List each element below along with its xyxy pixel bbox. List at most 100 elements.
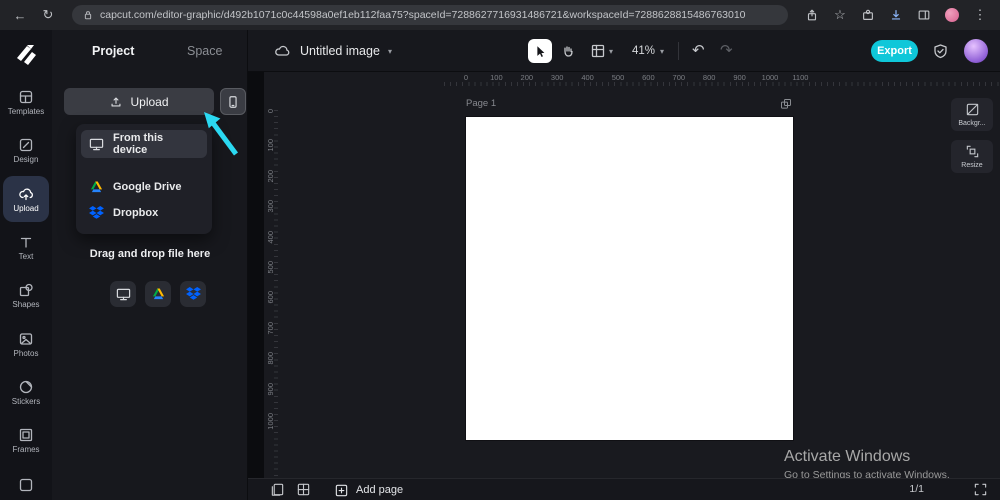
quick-google-drive-button[interactable]	[145, 281, 171, 307]
extensions-icon[interactable]	[858, 5, 878, 25]
background-tool-button[interactable]: Backgr...	[951, 98, 993, 131]
browser-avatar[interactable]	[942, 5, 962, 25]
sidebar-item-design[interactable]: Design	[3, 127, 49, 173]
phone-icon	[226, 95, 240, 109]
h-ruler-number: 100	[490, 73, 503, 82]
canvas-page[interactable]	[466, 117, 793, 440]
v-ruler-number: 1000	[266, 413, 275, 430]
zoom-level[interactable]: 41%	[632, 45, 655, 57]
v-ruler-number: 800	[266, 352, 275, 365]
quick-dropbox-button[interactable]	[180, 281, 206, 307]
sidebar-item-text[interactable]: Text	[3, 224, 49, 270]
background-icon	[965, 102, 980, 117]
activate-windows-subtext: Go to Settings to activate Windows.	[784, 469, 950, 478]
quick-device-button[interactable]	[110, 281, 136, 307]
redo-icon[interactable]: ↷	[720, 41, 733, 59]
upload-tray-icon	[109, 95, 123, 109]
sidebar-item-frames[interactable]: Frames	[3, 417, 49, 463]
address-bar[interactable]: capcut.com/editor-graphic/d492b1071c0c44…	[72, 5, 788, 25]
sidebar-item-label: Shapes	[12, 299, 40, 309]
sidebar-item-label: Upload	[13, 203, 39, 213]
toolbar-divider	[678, 42, 679, 60]
dropzone-text: Drag and drop file here	[89, 248, 211, 260]
background-tool-label: Backgr...	[958, 120, 986, 127]
menu-item-google-drive[interactable]: Google Drive	[81, 174, 207, 200]
pages-grid-tool-icon[interactable]	[590, 43, 606, 59]
text-icon	[18, 234, 34, 250]
google-drive-icon	[89, 180, 104, 194]
v-ruler-number: 400	[266, 230, 275, 244]
menu-item-dropbox[interactable]: Dropbox	[81, 200, 207, 226]
menu-item-from-this-device[interactable]: From this device	[81, 130, 207, 158]
capcut-logo[interactable]	[11, 39, 41, 69]
sidebar-item-photos[interactable]: Photos	[3, 321, 49, 367]
monitor-icon	[116, 287, 131, 302]
back-icon[interactable]: ←	[10, 5, 30, 25]
shield-check-icon[interactable]	[932, 43, 949, 60]
shapes-icon	[18, 282, 34, 298]
panel-edge-strip	[248, 72, 264, 478]
reload-icon[interactable]: ↻	[38, 5, 58, 25]
dropbox-icon	[185, 287, 201, 301]
share-icon[interactable]	[802, 5, 822, 25]
google-drive-icon	[151, 287, 166, 301]
dropbox-icon	[89, 206, 104, 220]
activate-windows-text: Activate Windows	[784, 448, 911, 465]
upload-button[interactable]: Upload	[64, 88, 214, 115]
zoom-chevron-icon[interactable]: ▾	[660, 47, 664, 56]
h-ruler-number: 1100	[792, 73, 809, 82]
sidebar-item-shapes[interactable]: Shapes	[3, 272, 49, 318]
resize-tool-label: Resize	[961, 162, 983, 169]
title-chevron-icon[interactable]: ▾	[388, 47, 392, 56]
pages-view-icon[interactable]	[270, 482, 285, 497]
download-icon[interactable]	[886, 5, 906, 25]
monitor-icon	[89, 137, 104, 152]
app-sidebar: Templates Design Upload Text Shapes Phot…	[0, 30, 52, 500]
pages-grid-chevron-icon[interactable]: ▾	[609, 47, 613, 56]
resize-tool-button[interactable]: Resize	[951, 140, 993, 173]
phone-upload-button[interactable]	[220, 88, 246, 115]
tab-space[interactable]: Space	[187, 44, 222, 58]
photos-icon	[18, 331, 34, 347]
select-tool-button[interactable]	[528, 39, 552, 63]
url-text: capcut.com/editor-graphic/d492b1071c0c44…	[100, 9, 746, 21]
hand-tool-icon[interactable]	[560, 43, 576, 59]
export-button[interactable]: Export	[871, 40, 918, 62]
templates-icon	[18, 89, 34, 105]
frames-icon	[18, 427, 34, 443]
user-avatar[interactable]	[964, 39, 988, 63]
cloud-save-icon[interactable]	[274, 43, 290, 59]
app-window: ← ↻ capcut.com/editor-graphic/d492b1071c…	[0, 0, 1000, 500]
design-icon	[18, 137, 34, 153]
sidebar-item-label: Frames	[12, 444, 40, 454]
v-ruler-number: 300	[266, 200, 275, 213]
add-page-icon	[334, 483, 349, 498]
undo-icon[interactable]: ↶	[692, 41, 705, 59]
browser-menu-icon[interactable]: ⋮	[970, 5, 990, 25]
bookmark-star-icon[interactable]: ☆	[830, 5, 850, 25]
cursor-icon	[533, 44, 547, 58]
sidebar-item-label: Photos	[13, 348, 39, 358]
v-ruler-number: 100	[266, 139, 275, 152]
sidebar-item-templates[interactable]: Templates	[3, 79, 49, 125]
upload-cloud-icon	[18, 186, 34, 202]
sidebar-item-stickers[interactable]: Stickers	[3, 369, 49, 415]
h-ruler-number: 600	[642, 73, 655, 82]
page-options-icon[interactable]	[780, 98, 792, 110]
layout-grid-icon[interactable]	[296, 482, 311, 497]
bottom-bar: Add page 1/1	[248, 478, 1000, 500]
tab-project[interactable]: Project	[92, 44, 134, 58]
partial-icon	[18, 477, 34, 493]
menu-item-label: From this device	[113, 132, 164, 156]
v-ruler-number: 900	[266, 382, 275, 396]
add-page-button[interactable]: Add page	[334, 479, 403, 500]
add-page-label: Add page	[356, 484, 404, 496]
sidebar-item-upload[interactable]: Upload	[3, 176, 49, 222]
v-ruler-number: 700	[266, 321, 275, 335]
sidebar-item-partial[interactable]	[3, 462, 49, 500]
document-title[interactable]: Untitled image	[300, 44, 380, 58]
ruler-ticks	[444, 82, 1000, 86]
side-panel-icon[interactable]	[914, 5, 934, 25]
fit-screen-icon[interactable]	[973, 482, 988, 497]
h-ruler-number: 900	[733, 73, 746, 82]
